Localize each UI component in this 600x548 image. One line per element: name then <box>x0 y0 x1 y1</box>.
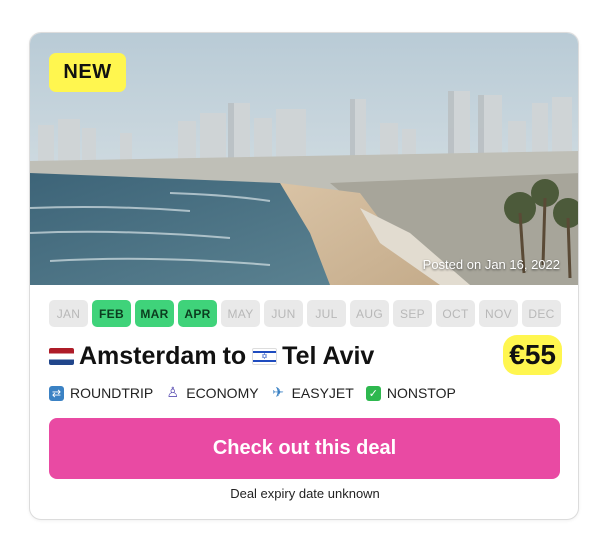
month-jan: JAN <box>49 300 88 327</box>
month-sep: SEP <box>393 300 432 327</box>
month-oct: OCT <box>436 300 475 327</box>
tag-roundtrip: ⇄ ROUNDTRIP <box>49 385 153 401</box>
tag-nonstop: ✓ NONSTOP <box>365 385 456 401</box>
price-badge: €55 <box>503 335 562 375</box>
tag-label: ECONOMY <box>186 385 259 401</box>
month-apr: APR <box>178 300 217 327</box>
tag-airline: ✈ EASYJET <box>271 385 354 401</box>
month-jun: JUN <box>264 300 303 327</box>
airplane-icon: ✈ <box>272 385 284 401</box>
tag-label: ROUNDTRIP <box>70 385 154 401</box>
deal-tags: ⇄ ROUNDTRIP ♙ ECONOMY ✈ EASYJET ✓ NONSTO… <box>49 385 456 401</box>
tag-economy: ♙ ECONOMY <box>165 385 258 401</box>
deal-expiry-text: Deal expiry date unknown <box>230 486 380 501</box>
month-feb: FEB <box>92 300 131 327</box>
destination-city: Tel Aviv <box>282 341 375 370</box>
route-connector: to <box>222 341 247 370</box>
route-title: Amsterdam to ✡ Tel Aviv <box>49 338 374 374</box>
roundtrip-icon: ⇄ <box>49 385 64 401</box>
checkmark-icon: ✓ <box>365 385 381 401</box>
check-out-deal-button[interactable]: Check out this deal <box>49 418 560 479</box>
month-may: MAY <box>221 300 260 327</box>
travel-months: JAN FEB MAR APR MAY JUN JUL AUG SEP OCT NOV DEC <box>49 300 561 327</box>
seat-icon: ♙ <box>166 385 180 401</box>
new-badge: NEW <box>49 53 126 92</box>
posted-date: Posted on Jan 16, 2022 <box>422 257 560 272</box>
tag-label: EASYJET <box>291 385 354 401</box>
month-dec: DEC <box>522 300 561 327</box>
month-nov: NOV <box>479 300 518 327</box>
origin-city: Amsterdam <box>79 341 217 370</box>
deal-card[interactable]: NEW Posted on Jan 16, 2022 JAN FEB MAR APR M… <box>29 32 579 520</box>
destination-photo: NEW Posted on Jan 16, 2022 <box>30 33 578 285</box>
israel-flag-icon: ✡ <box>252 347 278 365</box>
month-mar: MAR <box>135 300 174 327</box>
tag-label: NONSTOP <box>386 385 456 401</box>
netherlands-flag-icon <box>49 347 74 365</box>
month-aug: AUG <box>350 300 389 327</box>
month-jul: JUL <box>307 300 346 327</box>
